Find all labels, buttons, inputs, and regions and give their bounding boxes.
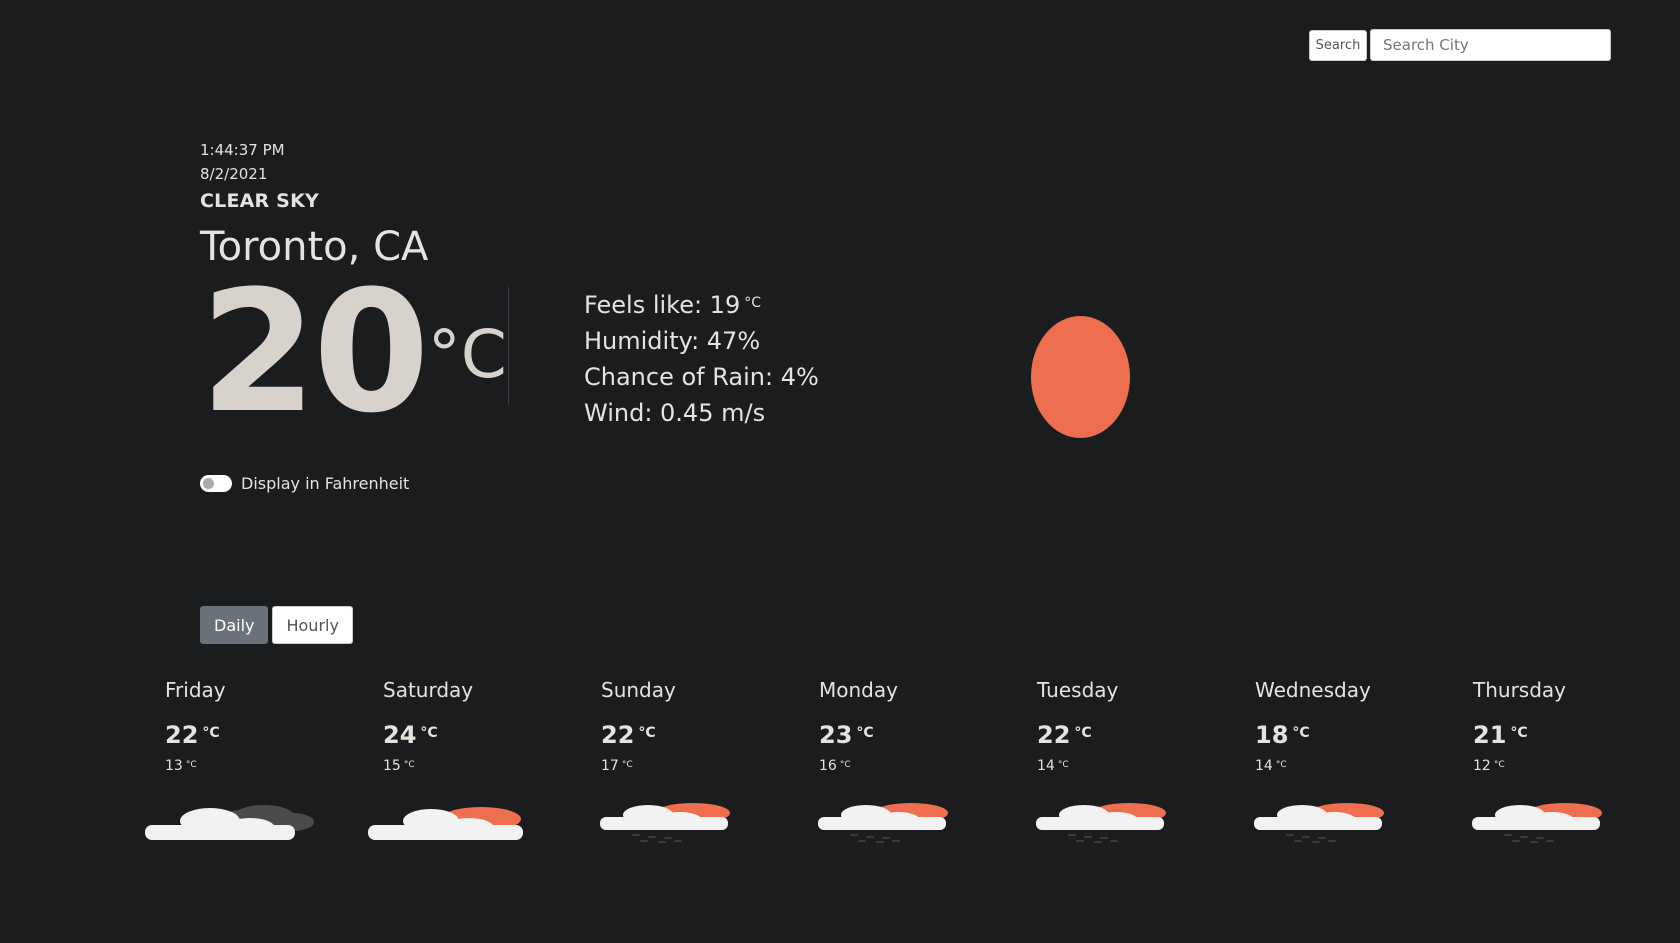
temperature-value: 20 [200, 254, 430, 450]
forecast-day: Monday 23 °C 16 °C [819, 676, 1019, 776]
weather-app: Search 1:44:37 PM 8/2/2021 CLEAR SKY Tor… [0, 0, 1680, 943]
forecast-day: Friday 22 °C 13 °C [165, 676, 365, 776]
forecast-low-unit: °C [621, 760, 633, 770]
fahrenheit-toggle[interactable] [200, 475, 232, 492]
rain-sun-icon [1254, 803, 1384, 843]
chance-of-rain: Chance of Rain: 4% [584, 363, 819, 391]
current-weather-header: 1:44:37 PM 8/2/2021 CLEAR SKY Toronto, C… [200, 138, 428, 271]
forecast-high-unit: °C [1074, 725, 1092, 741]
feels-like-value: Feels like: 19 [584, 291, 741, 319]
forecast-low-value: 15 [383, 758, 401, 774]
forecast-high: 24 °C [383, 720, 583, 750]
current-date: 8/2/2021 [200, 165, 268, 183]
fahrenheit-toggle-label: Display in Fahrenheit [241, 474, 410, 493]
forecast-low-unit: °C [185, 760, 197, 770]
temperature-unit: °C [427, 316, 507, 393]
forecast-low-unit: °C [1275, 760, 1287, 770]
forecast-high-unit: °C [1510, 725, 1528, 741]
forecast-low: 16 °C [819, 756, 1019, 776]
forecast-high: 23 °C [819, 720, 1019, 750]
forecast-list: Friday 22 °C 13 °C Saturday 24 °C 15 °C Sund… [0, 676, 1680, 876]
forecast-high-value: 24 [383, 721, 417, 749]
view-switch: Daily Hourly [200, 606, 353, 644]
forecast-day-name: Thursday [1473, 678, 1566, 702]
forecast-high-value: 21 [1473, 721, 1507, 749]
forecast-day: Tuesday 22 °C 14 °C [1037, 676, 1237, 776]
forecast-high: 18 °C [1255, 720, 1455, 750]
forecast-low-value: 14 [1255, 758, 1273, 774]
sun-icon [1031, 316, 1130, 438]
forecast-day-name: Tuesday [1037, 678, 1119, 702]
forecast-day-name: Saturday [383, 678, 474, 702]
forecast-low-unit: °C [403, 760, 415, 770]
search-input[interactable] [1370, 29, 1611, 61]
forecast-day-name: Monday [819, 678, 898, 702]
rain-sun-icon [1036, 803, 1166, 843]
wind: Wind: 0.45 m/s [584, 399, 766, 427]
forecast-high-unit: °C [1292, 725, 1310, 741]
rain-sun-icon [600, 803, 730, 843]
forecast-low: 14 °C [1255, 756, 1455, 776]
cloudy-icon [145, 805, 314, 840]
forecast-high-value: 18 [1255, 721, 1289, 749]
daily-button[interactable]: Daily [200, 606, 269, 644]
forecast-day-name: Friday [165, 678, 226, 702]
forecast-high-value: 22 [1037, 721, 1071, 749]
forecast-low-unit: °C [839, 760, 851, 770]
forecast-low-value: 17 [601, 758, 619, 774]
forecast-day: Wednesday 18 °C 14 °C [1255, 676, 1455, 776]
toggle-knob [203, 478, 214, 489]
forecast-high-unit: °C [856, 725, 874, 741]
forecast-low-value: 16 [819, 758, 837, 774]
forecast-high: 22 °C [601, 720, 801, 750]
forecast-high-value: 23 [819, 721, 853, 749]
forecast-day: Thursday 21 °C 12 °C [1473, 676, 1673, 776]
forecast-high-unit: °C [202, 725, 220, 741]
forecast-low-value: 14 [1037, 758, 1055, 774]
humidity: Humidity: 47% [584, 327, 761, 355]
weather-details: Feels like: 19 °C Humidity: 47% Chance of… [584, 287, 819, 431]
forecast-day: Sunday 22 °C 17 °C [601, 676, 801, 776]
forecast-high-value: 22 [165, 721, 199, 749]
divider [508, 287, 509, 405]
forecast-low-unit: °C [1493, 760, 1505, 770]
search-button[interactable]: Search [1309, 29, 1367, 61]
forecast-high: 22 °C [1037, 720, 1237, 750]
forecast-low: 12 °C [1473, 756, 1673, 776]
forecast-high-value: 22 [601, 721, 635, 749]
forecast-day: Saturday 24 °C 15 °C [383, 676, 583, 776]
forecast-high: 22 °C [165, 720, 365, 750]
current-time: 1:44:37 PM [200, 141, 285, 159]
weather-description: CLEAR SKY [200, 190, 319, 212]
search-bar: Search [1309, 29, 1611, 61]
fahrenheit-toggle-row: Display in Fahrenheit [200, 474, 409, 493]
forecast-low-value: 13 [165, 758, 183, 774]
feels-like: Feels like: 19 °C [584, 287, 819, 323]
partly-cloudy-icon [368, 807, 523, 840]
forecast-high-unit: °C [638, 725, 656, 741]
rain-sun-icon [1472, 803, 1602, 843]
forecast-low-value: 12 [1473, 758, 1491, 774]
forecast-low-unit: °C [1057, 760, 1069, 770]
hourly-button[interactable]: Hourly [272, 606, 353, 644]
forecast-low: 15 °C [383, 756, 583, 776]
forecast-low: 17 °C [601, 756, 801, 776]
feels-like-unit: °C [744, 295, 762, 311]
forecast-day-name: Wednesday [1255, 678, 1371, 702]
forecast-low: 14 °C [1037, 756, 1237, 776]
forecast-high-unit: °C [420, 725, 438, 741]
rain-sun-icon [818, 803, 948, 843]
forecast-high: 21 °C [1473, 720, 1673, 750]
forecast-low: 13 °C [165, 756, 365, 776]
current-temperature: 20 °C [200, 254, 507, 450]
forecast-day-name: Sunday [601, 678, 676, 702]
